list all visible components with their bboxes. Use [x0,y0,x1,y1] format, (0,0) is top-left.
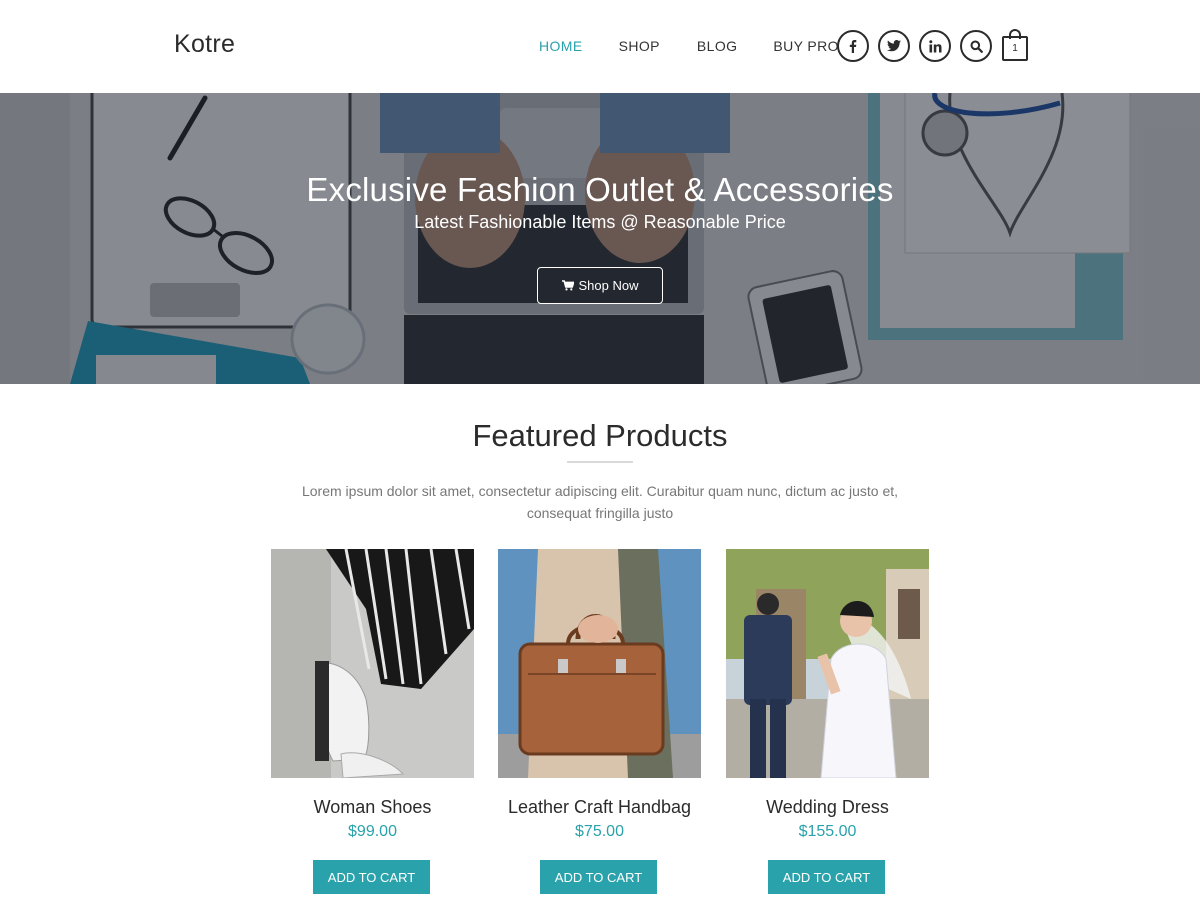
nav-shop[interactable]: SHOP [619,38,660,54]
cart-count: 1 [1002,36,1028,61]
product-card: Wedding Dress $155.00 ADD TO CART [726,549,929,894]
nav-buy-pro[interactable]: BUY PRO [773,38,839,54]
site-header: Kotre HOME SHOP BLOG BUY PRO 1 [0,0,1200,93]
hero-overlay [0,93,1200,384]
nav-blog[interactable]: BLOG [697,38,738,54]
cart-button[interactable]: 1 [1002,29,1028,61]
product-name[interactable]: Woman Shoes [251,797,494,818]
nav-home[interactable]: HOME [539,38,583,54]
product-price: $155.00 [798,823,857,840]
product-image-woman-shoes[interactable] [271,549,474,778]
shop-now-label: Shop Now [578,278,639,293]
hero-title: Exclusive Fashion Outlet & Accessories [306,171,894,208]
product-card: Woman Shoes $99.00 ADD TO CART [271,549,474,894]
product-image-leather-handbag[interactable] [498,549,701,778]
search-icon[interactable] [960,30,992,62]
product-name[interactable]: Leather Craft Handbag [478,797,721,818]
site-logo[interactable]: Kotre [174,30,235,59]
product-price: $75.00 [575,823,624,840]
hero-banner: Exclusive Fashion Outlet & Accessories L… [0,93,1200,384]
header-icons: 1 [837,29,1028,62]
facebook-icon[interactable] [837,30,869,62]
hero-subtitle: Latest Fashionable Items @ Reasonable Pr… [414,212,786,232]
product-image-wedding-dress[interactable] [726,549,929,778]
featured-description: Lorem ipsum dolor sit amet, consectetur … [301,483,899,521]
twitter-icon[interactable] [878,30,910,62]
cart-icon [561,280,574,291]
main-nav: HOME SHOP BLOG BUY PRO [539,38,839,54]
add-to-cart-button[interactable]: ADD TO CART [768,860,885,894]
add-to-cart-button[interactable]: ADD TO CART [540,860,657,894]
shop-now-button[interactable]: Shop Now [537,267,663,304]
featured-title: Featured Products [472,418,728,453]
product-name[interactable]: Wedding Dress [706,797,949,818]
product-price: $99.00 [348,823,397,840]
add-to-cart-button[interactable]: ADD TO CART [313,860,430,894]
product-card: Leather Craft Handbag $75.00 ADD TO CART [498,549,701,894]
linkedin-icon[interactable] [919,30,951,62]
section-divider [567,461,633,463]
